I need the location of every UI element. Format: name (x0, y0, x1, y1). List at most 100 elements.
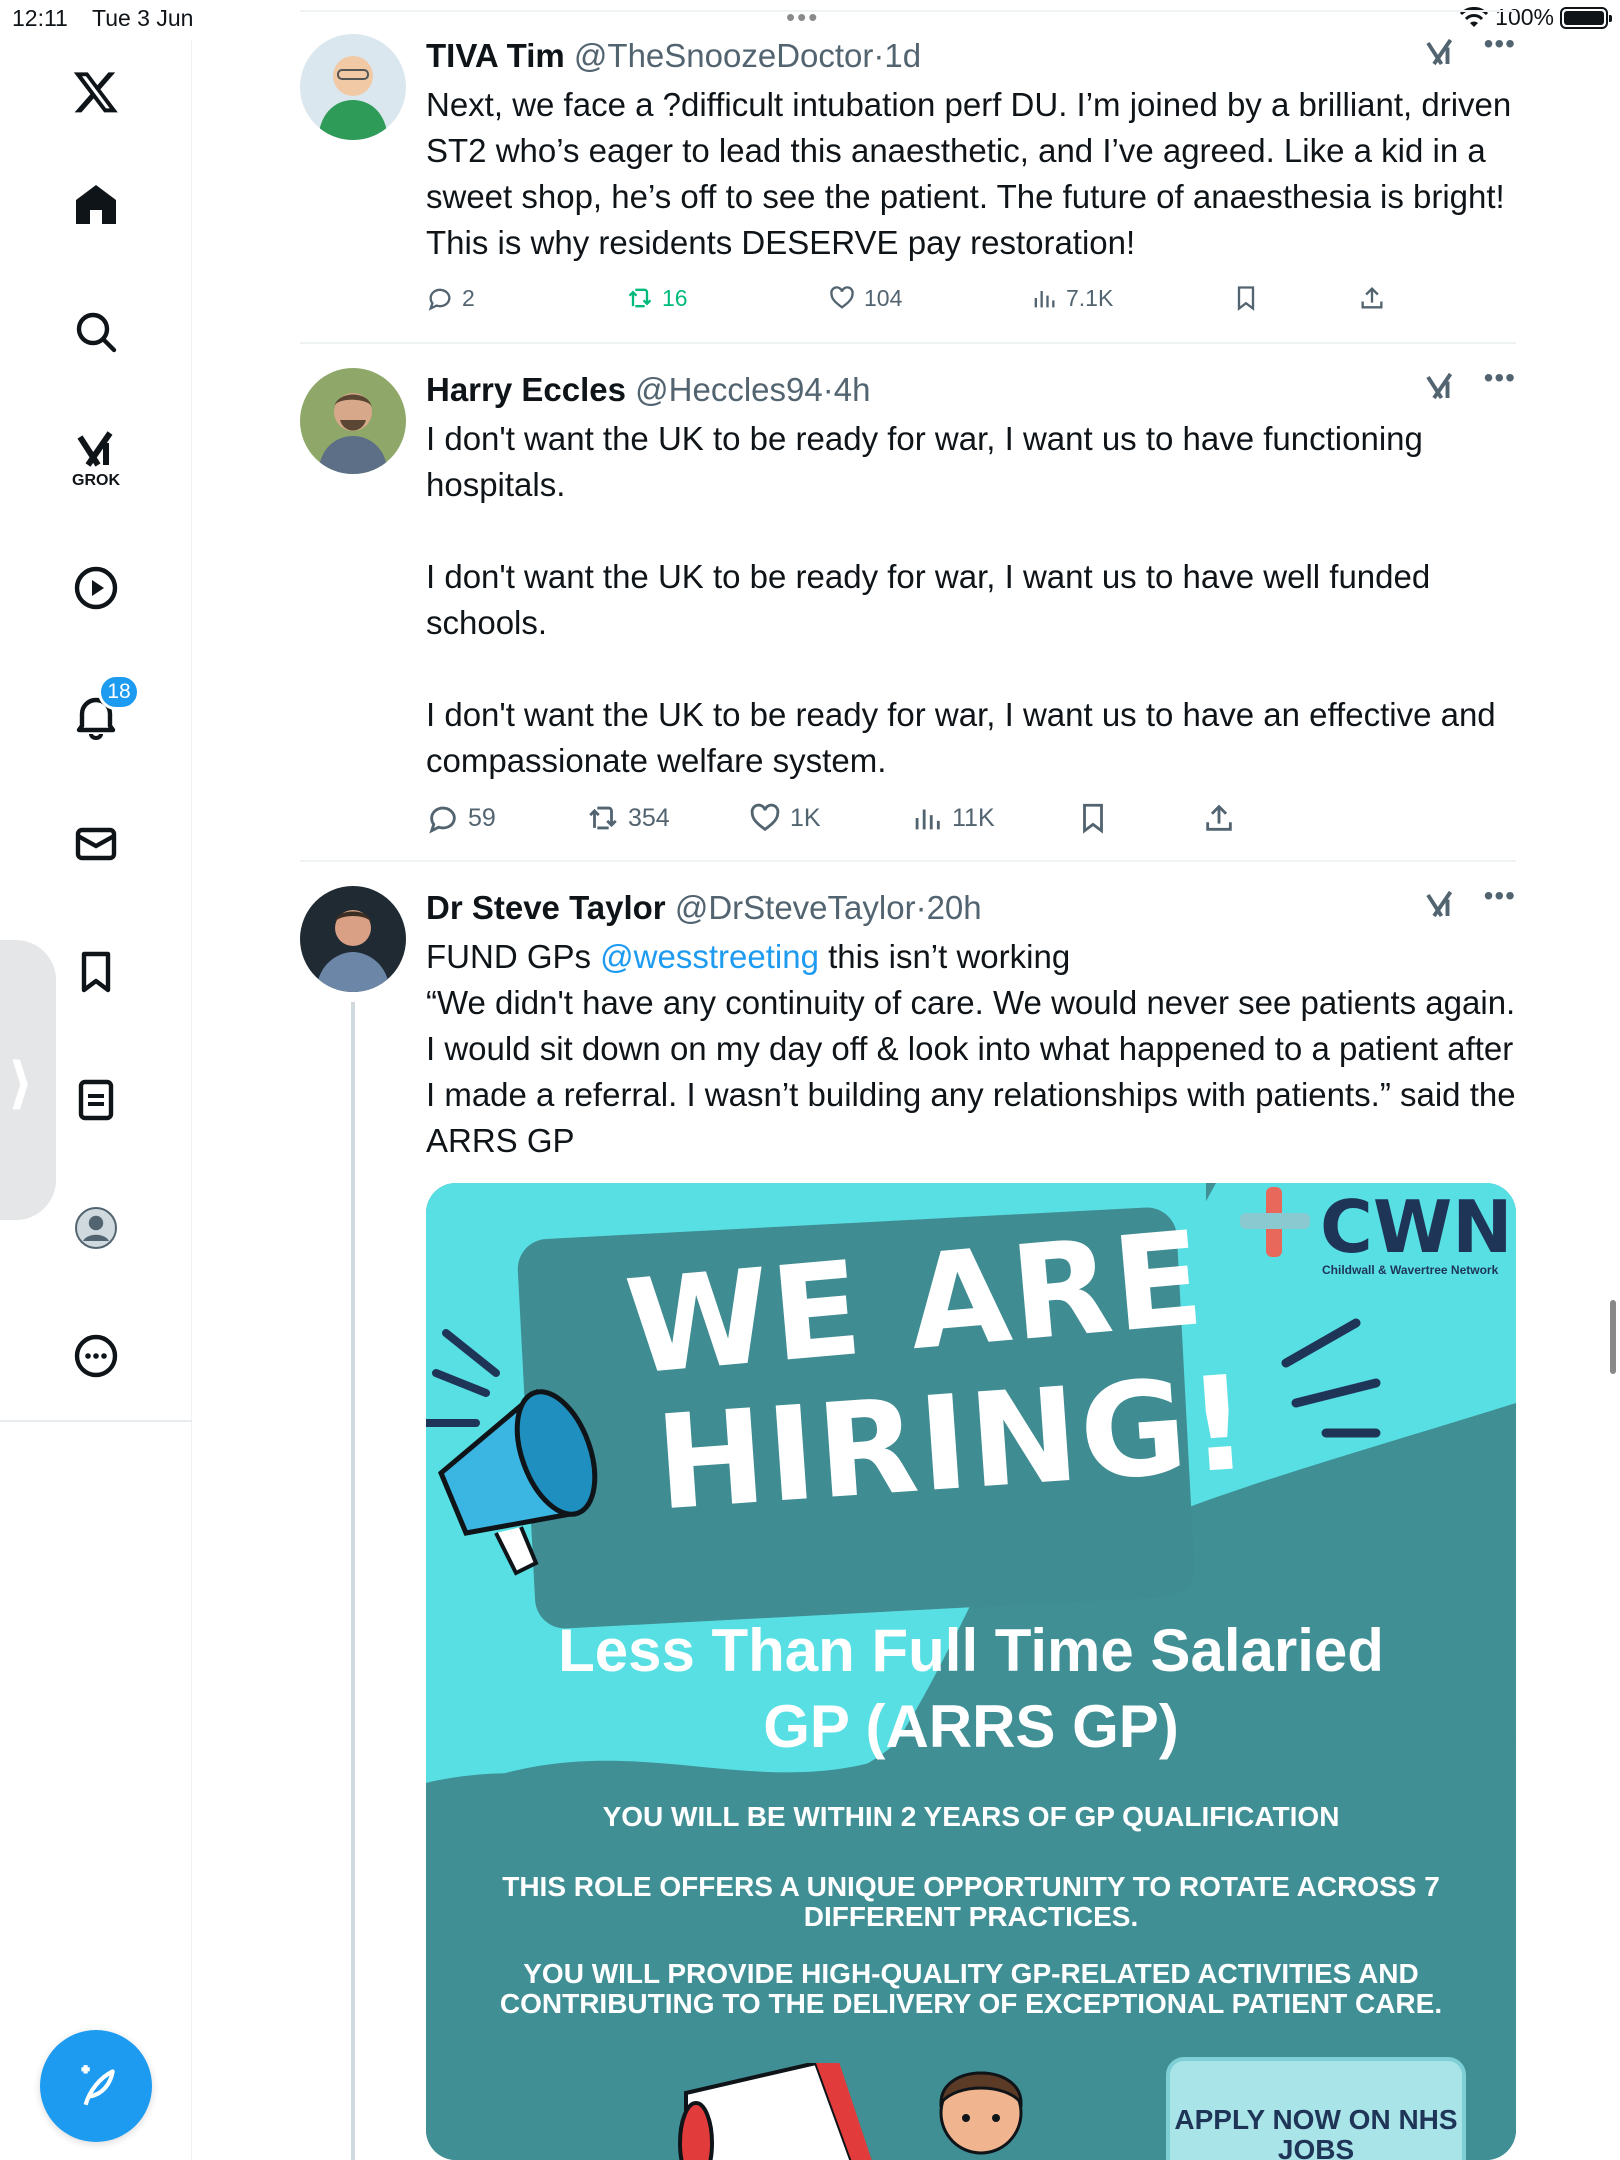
avatar-icon[interactable] (52, 1184, 140, 1272)
mail-icon[interactable] (52, 800, 140, 888)
multitask-dots[interactable]: ••• (786, 2, 819, 33)
grok-icon[interactable]: GROK (52, 412, 140, 500)
search-icon[interactable] (52, 288, 140, 376)
burst-lines-icon (1281, 1318, 1381, 1438)
x-logo-icon[interactable] (52, 48, 140, 136)
tweet-divider (300, 342, 1516, 344)
tweet-time[interactable]: 4h (834, 371, 871, 408)
reply-count: 2 (462, 284, 475, 311)
home-icon[interactable] (52, 160, 140, 248)
bookmark-icon[interactable] (52, 928, 140, 1016)
tweet-text-pre: FUND GPs (426, 938, 601, 975)
person-icon (939, 2071, 1023, 2155)
author-handle[interactable]: @Heccles94 (635, 371, 823, 408)
share-button[interactable] (1202, 801, 1236, 835)
author-name[interactable]: TIVA Tim (426, 37, 565, 74)
tweet-header: TIVA Tim @TheSnoozeDoctor·1d (426, 34, 1516, 78)
compose-button[interactable] (40, 2030, 152, 2142)
status-date: Tue 3 Jun (92, 5, 194, 31)
reply-icon (428, 288, 451, 311)
subtitle-line: Less Than Full Time Salaried (558, 1617, 1384, 1684)
retweet-count: 16 (662, 284, 688, 311)
retweet-count: 354 (628, 803, 670, 832)
tweet-paragraph: I don't want the UK to be ready for war,… (426, 558, 1431, 641)
cross-logo-icon (1240, 1187, 1310, 1257)
reply-icon (429, 806, 456, 834)
more-circle-icon[interactable] (52, 1312, 140, 1400)
promo-line: CONTRIBUTING TO THE DELIVERY OF EXCEPTIO… (499, 1988, 1443, 2019)
bookmark-icon (1237, 286, 1255, 311)
retweet-button[interactable]: 16 (626, 284, 688, 312)
sidebar: GROK 18 ⟩ (0, 40, 192, 2160)
separator: · (915, 889, 927, 926)
tweet-body: TIVA Tim @TheSnoozeDoctor·1d ••• Next, w… (426, 28, 1516, 311)
avatar[interactable] (300, 368, 406, 474)
bookmark-icon (1083, 803, 1103, 834)
retweet-button[interactable]: 354 (586, 801, 670, 835)
reply-button[interactable]: 2 (426, 284, 475, 312)
view-count: 11K (952, 803, 995, 832)
grok-icon[interactable] (1422, 368, 1458, 404)
collapse-handle[interactable]: ⟩ (0, 940, 56, 1220)
views-button[interactable]: 11K (910, 801, 995, 835)
author-name[interactable]: Harry Eccles (426, 371, 626, 408)
separator: · (873, 37, 885, 74)
views-icon (1034, 291, 1055, 308)
like-button[interactable]: 1K (748, 801, 821, 835)
tweet-text: Next, we face a ?difficult intubation pe… (426, 86, 1512, 261)
reply-button[interactable]: 59 (426, 801, 496, 835)
battery-percent: 100% (1495, 4, 1554, 30)
more-options-icon[interactable]: ••• (1484, 362, 1516, 394)
bookmark-button[interactable] (1232, 284, 1260, 312)
sidebar-divider (0, 1420, 192, 1422)
tweet-header: Dr Steve Taylor @DrSteveTaylor·20h (426, 886, 1516, 930)
bell-icon[interactable]: 18 (52, 672, 140, 760)
tweet-body: Harry Eccles @Heccles94·4h ••• I don't w… (426, 362, 1516, 834)
tweet-header: Harry Eccles @Heccles94·4h (426, 368, 1516, 412)
avatar[interactable] (300, 34, 406, 140)
grok-icon[interactable] (1422, 34, 1458, 70)
scroll-indicator[interactable] (1610, 1300, 1616, 1374)
tweet-divider (300, 860, 1516, 862)
like-button[interactable]: 104 (828, 284, 902, 312)
author-handle[interactable]: @DrSteveTaylor (675, 889, 916, 926)
tweet-image[interactable]: WE ARE HIRING! CWN Childwall & Wavertree… (426, 1183, 1516, 2160)
share-button[interactable] (1358, 284, 1386, 312)
bookmark-button[interactable] (1076, 801, 1110, 835)
promo-line: YOU WILL BE WITHIN 2 YEARS OF GP QUALIFI… (602, 1801, 1340, 1832)
thread-line (351, 1002, 355, 2160)
compose-feather-icon (81, 2065, 115, 2106)
grok-icon[interactable] (1422, 886, 1458, 922)
list-icon[interactable] (52, 1056, 140, 1144)
promo-subtitle: Less Than Full Time Salaried GP (ARRS GP… (426, 1613, 1516, 1765)
tweet-text-post: this isn’t working (818, 938, 1071, 975)
tweet-time[interactable]: 20h (927, 889, 982, 926)
avatar[interactable] (300, 886, 406, 992)
separator: · (822, 371, 834, 408)
tweet-quote-text: “We didn't have any continuity of care. … (426, 984, 1516, 1159)
tweet-paragraph: I don't want the UK to be ready for war,… (426, 696, 1496, 779)
retweet-icon (628, 288, 652, 308)
heart-icon (750, 803, 780, 832)
heart-icon (830, 286, 854, 309)
like-count: 104 (864, 284, 903, 311)
share-icon (1361, 287, 1383, 309)
more-options-icon[interactable]: ••• (1484, 880, 1516, 912)
promo-line: YOU WILL PROVIDE HIGH-QUALITY GP-RELATED… (523, 1958, 1419, 1989)
author-name[interactable]: Dr Steve Taylor (426, 889, 666, 926)
apply-button[interactable]: APPLY NOW ON NHS JOBS (1166, 2057, 1466, 2160)
retweet-icon (589, 806, 617, 830)
grok-label: GROK (72, 472, 120, 489)
reply-count: 59 (468, 803, 496, 832)
more-options-icon[interactable]: ••• (1484, 28, 1516, 60)
play-icon[interactable] (52, 544, 140, 632)
status-right: 100% (1459, 4, 1612, 31)
view-count: 7.1K (1066, 284, 1114, 311)
megaphone-icon (426, 1329, 598, 1576)
tweet-time[interactable]: 1d (884, 37, 921, 74)
subtitle-line: GP (ARRS GP) (763, 1693, 1179, 1760)
mention-link[interactable]: @wesstreeting (600, 938, 819, 975)
author-handle[interactable]: @TheSnoozeDoctor (574, 37, 873, 74)
views-button[interactable]: 7.1K (1030, 284, 1113, 312)
notification-badge: 18 (98, 674, 140, 710)
